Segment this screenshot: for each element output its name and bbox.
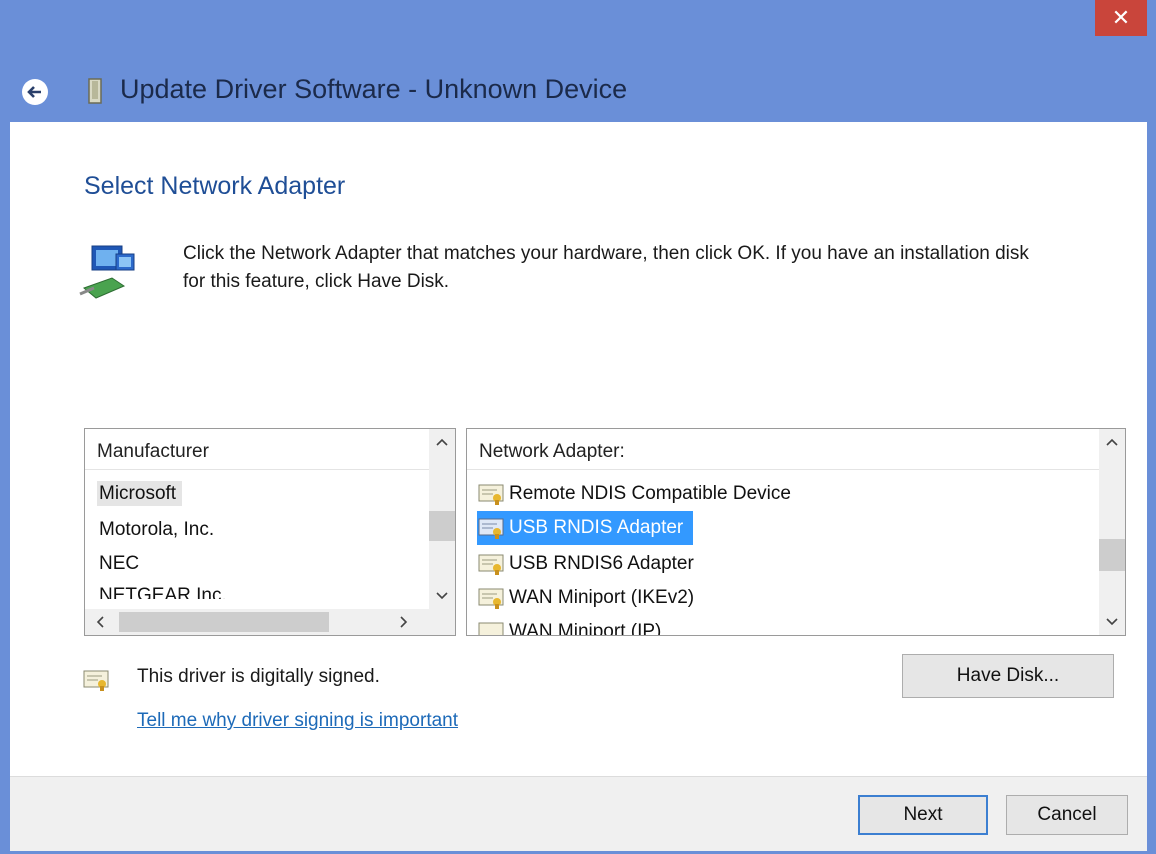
adapter-item[interactable]: USB RNDIS6 Adapter bbox=[477, 547, 694, 581]
next-button[interactable]: Next bbox=[858, 795, 988, 835]
manufacturer-listbox[interactable]: Manufacturer Microsoft Motorola, Inc. NE… bbox=[84, 428, 456, 636]
close-icon: ✕ bbox=[1111, 5, 1131, 30]
manufacturer-header: Manufacturer bbox=[85, 429, 429, 470]
window-title: Update Driver Software - Unknown Device bbox=[120, 74, 628, 104]
network-adapter-icon bbox=[79, 245, 135, 299]
list-item-label: Microsoft bbox=[97, 481, 183, 506]
certificate-icon bbox=[478, 484, 504, 505]
scroll-up-icon[interactable] bbox=[429, 431, 455, 453]
signed-certificate-icon bbox=[83, 670, 109, 691]
dialog-footer: Next Cancel bbox=[10, 776, 1147, 851]
scroll-left-icon[interactable] bbox=[87, 611, 113, 633]
certificate-icon bbox=[478, 518, 504, 539]
driver-signing-link[interactable]: Tell me why driver signing is important bbox=[137, 710, 458, 732]
scroll-right-icon[interactable] bbox=[391, 611, 417, 633]
network-adapter-listbox[interactable]: Network Adapter: Remote NDIS Compatible … bbox=[466, 428, 1126, 636]
certificate-icon bbox=[478, 622, 504, 635]
list-item-label: USB RNDIS6 Adapter bbox=[509, 553, 694, 574]
scroll-down-icon[interactable] bbox=[429, 585, 455, 607]
signing-status: This driver is digitally signed. bbox=[137, 666, 380, 687]
manufacturer-vertical-scrollbar[interactable] bbox=[429, 429, 455, 609]
back-button[interactable] bbox=[22, 79, 48, 105]
description-text: Click the Network Adapter that matches y… bbox=[183, 243, 1029, 292]
page-heading: Select Network Adapter bbox=[84, 172, 346, 200]
title-bar: Update Driver Software - Unknown Device bbox=[0, 60, 1156, 122]
list-item-label: Motorola, Inc. bbox=[99, 519, 215, 540]
list-item-label: USB RNDIS Adapter bbox=[509, 517, 684, 538]
list-item-label: Remote NDIS Compatible Device bbox=[509, 483, 791, 504]
scroll-down-icon[interactable] bbox=[1099, 611, 1125, 633]
manufacturer-horizontal-scrollbar[interactable] bbox=[85, 609, 455, 635]
adapter-item-selected[interactable]: USB RNDIS Adapter bbox=[477, 511, 694, 545]
certificate-icon bbox=[478, 554, 504, 575]
cancel-button[interactable]: Cancel bbox=[1006, 795, 1128, 835]
network-adapter-header: Network Adapter: bbox=[467, 429, 1099, 470]
scroll-up-icon[interactable] bbox=[1099, 431, 1125, 453]
dialog-window: ✕ Update Driver Software - Unknown Devic… bbox=[0, 0, 1156, 854]
scroll-thumb[interactable] bbox=[1099, 539, 1125, 571]
list-item-label: NEC bbox=[99, 553, 140, 574]
device-icon bbox=[88, 78, 102, 104]
selected-highlight: USB RNDIS Adapter bbox=[477, 511, 694, 545]
scroll-thumb[interactable] bbox=[429, 511, 455, 541]
adapter-item[interactable]: Remote NDIS Compatible Device bbox=[477, 477, 791, 511]
close-button[interactable]: ✕ bbox=[1095, 0, 1147, 36]
manufacturer-item[interactable]: NETGEAR Inc. bbox=[99, 579, 227, 599]
scroll-thumb[interactable] bbox=[119, 612, 329, 632]
have-disk-button[interactable]: Have Disk... bbox=[902, 654, 1114, 698]
adapter-item[interactable]: WAN Miniport (IKEv2) bbox=[477, 581, 694, 615]
manufacturer-item[interactable]: Motorola, Inc. bbox=[99, 513, 214, 547]
list-item-label: WAN Miniport (IKEv2) bbox=[509, 587, 695, 608]
certificate-icon bbox=[478, 588, 504, 609]
manufacturer-item[interactable]: NEC bbox=[99, 547, 139, 581]
dialog-content: Select Network Adapter Click the Network… bbox=[10, 122, 1147, 851]
adapter-item[interactable]: WAN Miniport (IP) bbox=[477, 615, 661, 635]
list-item-label: NETGEAR Inc. bbox=[99, 585, 227, 599]
back-arrow-icon bbox=[27, 86, 41, 98]
adapter-vertical-scrollbar[interactable] bbox=[1099, 429, 1125, 635]
list-item-label: WAN Miniport (IP) bbox=[509, 621, 662, 635]
manufacturer-item-microsoft[interactable]: Microsoft bbox=[97, 477, 183, 511]
